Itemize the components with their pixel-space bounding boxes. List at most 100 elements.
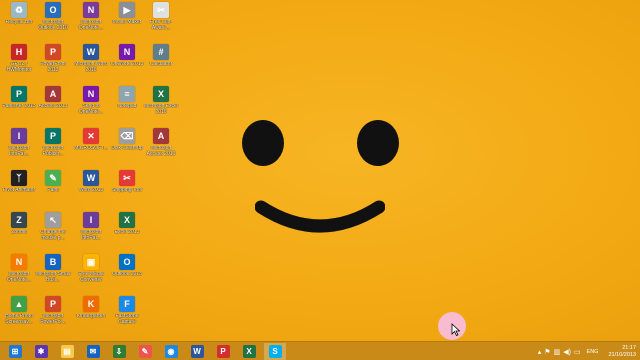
mouse-icon: ↖ xyxy=(45,212,61,228)
desktop-icon-label: Publisher 2013 xyxy=(2,104,36,109)
taskbar-outlook[interactable]: ✉ xyxy=(82,343,104,360)
desktop-icon[interactable]: ▲ Home Photo Screensav... xyxy=(2,296,36,336)
desktop-icon[interactable]: O Outlook 2013 xyxy=(110,254,144,294)
kindergarten-icon: K xyxy=(83,296,99,312)
send-onenote-icon: N xyxy=(83,86,99,102)
desktop-icon-label: Home Photo Screensav... xyxy=(5,314,33,325)
clock[interactable]: 21:17 21/10/2013 xyxy=(608,345,636,359)
powerpoint-icon: P xyxy=(45,44,61,60)
desktop-icon[interactable]: ᛉ Pivot Animator xyxy=(2,170,36,210)
tray-chevron-icon[interactable]: ▴ xyxy=(538,348,542,356)
desktop-icon-label: Word 2013 xyxy=(78,188,104,193)
desktop-icon-label: Microsoft InfoPat... xyxy=(8,146,30,157)
desktop-icon-label: GPUZ / HWMonitor xyxy=(6,62,32,73)
desktop-icon[interactable]: X Excel 2013 xyxy=(110,212,144,252)
language-indicator[interactable]: ENG xyxy=(587,349,599,355)
taskbar-explorer[interactable]: ▤ xyxy=(56,343,78,360)
onenote-icon: N xyxy=(119,44,135,60)
calculator-icon: # xyxy=(153,44,169,60)
desktop-icon-label: Microsoft Excel 2010 xyxy=(144,104,178,115)
desktop-icon[interactable]: ↖ Change the mouse p... xyxy=(36,212,70,252)
faststone-icon: F xyxy=(119,296,135,312)
desktop-icon[interactable]: N Microsoft OneNote... xyxy=(2,254,36,294)
zoomit-icon: Z xyxy=(11,212,27,228)
desktop-icon[interactable]: N Microsoft OneNote... xyxy=(74,2,108,42)
recycle-bin-icon: ♻ xyxy=(11,2,27,18)
small-business-icon: B xyxy=(45,254,61,270)
desktop-icon[interactable]: ♻ Recycle Bin xyxy=(2,2,36,42)
desktop-icon-label: Free Clip-Aware... xyxy=(150,20,172,31)
desktop-icon[interactable]: H GPUZ / HWMonitor xyxy=(2,44,36,84)
battery-icon[interactable]: ▭ xyxy=(574,348,581,356)
desktop-icon[interactable]: N OneNote 2013 xyxy=(110,44,144,84)
taskbar-ie[interactable]: ◉ xyxy=(160,343,182,360)
desktop-icon-label: Microsoft Small Busi... xyxy=(35,272,71,283)
desktop-icon[interactable]: A Access 2013 xyxy=(36,86,70,126)
globe-icon: ◉ xyxy=(164,344,178,358)
desktop-icon[interactable]: O Microsoft Outlook 2010 xyxy=(36,2,70,42)
desktop-icon-label: Send to OneNote... xyxy=(78,104,104,115)
smiley-left-eye xyxy=(242,120,284,166)
smiley-mouth xyxy=(255,200,385,233)
excel-icon: X xyxy=(242,344,256,358)
desktop-icon[interactable]: ▶ Movie Maker xyxy=(110,2,144,42)
desktop-icon[interactable]: P PowerPoint 2013 xyxy=(36,44,70,84)
desktop-icon-label: Microsoft Outlook 2010 xyxy=(38,20,68,31)
desktop-icon[interactable]: W Word 2013 xyxy=(74,170,108,210)
taskbar-word[interactable]: W xyxy=(186,343,208,360)
desktop-icon[interactable]: ▣ Free Media Converter xyxy=(74,254,108,294)
desktop-icon[interactable]: W Microsoft Word 2010 xyxy=(74,44,108,84)
windows-logo-icon: ⊞ xyxy=(8,344,22,358)
desktop-icon[interactable]: X Microsoft Excel 2010 xyxy=(144,86,178,126)
desktop-icon-label: Snipping Tool xyxy=(112,188,142,193)
pdf-icon: P xyxy=(216,344,230,358)
publisher-icon: P xyxy=(45,128,61,144)
desktop-icon[interactable]: ≡ Notepad xyxy=(110,86,144,126)
desktop-icon[interactable]: P Microsoft PowerPoi... xyxy=(36,296,70,336)
taskbar-pdf[interactable]: P xyxy=(212,343,234,360)
taskbar-store[interactable]: ⇩ xyxy=(108,343,130,360)
desktop-icon[interactable]: ✂ Free Clip-Aware... xyxy=(144,2,178,42)
outlook-icon: O xyxy=(45,2,61,18)
desktop-icon[interactable]: A Microsoft Access 2010 xyxy=(144,128,178,168)
excel-icon: X xyxy=(119,212,135,228)
start-button[interactable]: ⊞ xyxy=(4,343,26,360)
taskbar-settings[interactable]: ✱ xyxy=(30,343,52,360)
taskbar-paint[interactable]: ✎ xyxy=(134,343,156,360)
publisher-icon: P xyxy=(11,86,27,102)
paint-icon: ✎ xyxy=(138,344,152,358)
taskbar-excel[interactable]: X xyxy=(238,343,260,360)
desktop-icon[interactable]: ⌫ Disk Clean-up xyxy=(110,128,144,168)
taskbar-skype[interactable]: S xyxy=(264,342,286,360)
media-icon: ✕ xyxy=(83,128,99,144)
volume-icon[interactable]: ◀) xyxy=(563,348,571,356)
desktop-icon[interactable]: ✂ Snipping Tool xyxy=(110,170,144,210)
desktop-icon[interactable]: K Kindergarten xyxy=(74,296,108,336)
desktop-icon-label: Microsoft Access 2010 xyxy=(146,146,176,157)
desktop-icon[interactable]: ✎ Paint xyxy=(36,170,70,210)
taskbar: ⊞ ✱ ▤ ✉ ⇩ ✎ ◉ W P X S ▴ ⚑ ▥ ◀) ▭ ENG 21:17 21/10/2… xyxy=(0,341,640,360)
desktop-icon[interactable]: P Publisher 2013 xyxy=(2,86,36,126)
desktop-icon-label: Paint xyxy=(47,188,59,193)
word-icon: W xyxy=(83,170,99,186)
desktop-icon[interactable]: Z Zoomit xyxy=(2,212,36,252)
desktop-icon[interactable]: N Send to OneNote... xyxy=(74,86,108,126)
desktop-icon[interactable]: B Microsoft Small Busi... xyxy=(36,254,70,294)
desktop-background: ♻ Recycle Bin O Microsoft Outlook 2010 N Micr… xyxy=(0,0,640,341)
pivot-icon: ᛉ xyxy=(11,170,27,186)
mouse-pointer-icon xyxy=(451,323,460,336)
desktop-icon-label: FastStone Capture xyxy=(115,314,139,325)
desktop-icon[interactable]: I Microsoft InfoPat... xyxy=(2,128,36,168)
desktop-icon[interactable]: F FastStone Capture xyxy=(110,296,144,336)
desktop-icon[interactable]: I Microsoft InfoPat... xyxy=(74,212,108,252)
desktop-icon-label: Microsoft InfoPat... xyxy=(80,230,102,241)
desktop-icon[interactable]: P Microsoft Publish... xyxy=(36,128,70,168)
desktop-icon[interactable]: ✕ MICROSOFT... xyxy=(74,128,108,168)
action-center-flag-icon[interactable]: ⚑ xyxy=(544,348,550,356)
powerpoint-icon: P xyxy=(45,296,61,312)
desktop-icon-label: Microsoft PowerPoi... xyxy=(40,314,66,325)
desktop-icon[interactable]: # Calculator xyxy=(144,44,178,84)
desktop-icon-label: PowerPoint 2013 xyxy=(40,62,66,73)
network-icon[interactable]: ▥ xyxy=(554,348,561,356)
media-converter-icon: ▣ xyxy=(83,254,99,270)
